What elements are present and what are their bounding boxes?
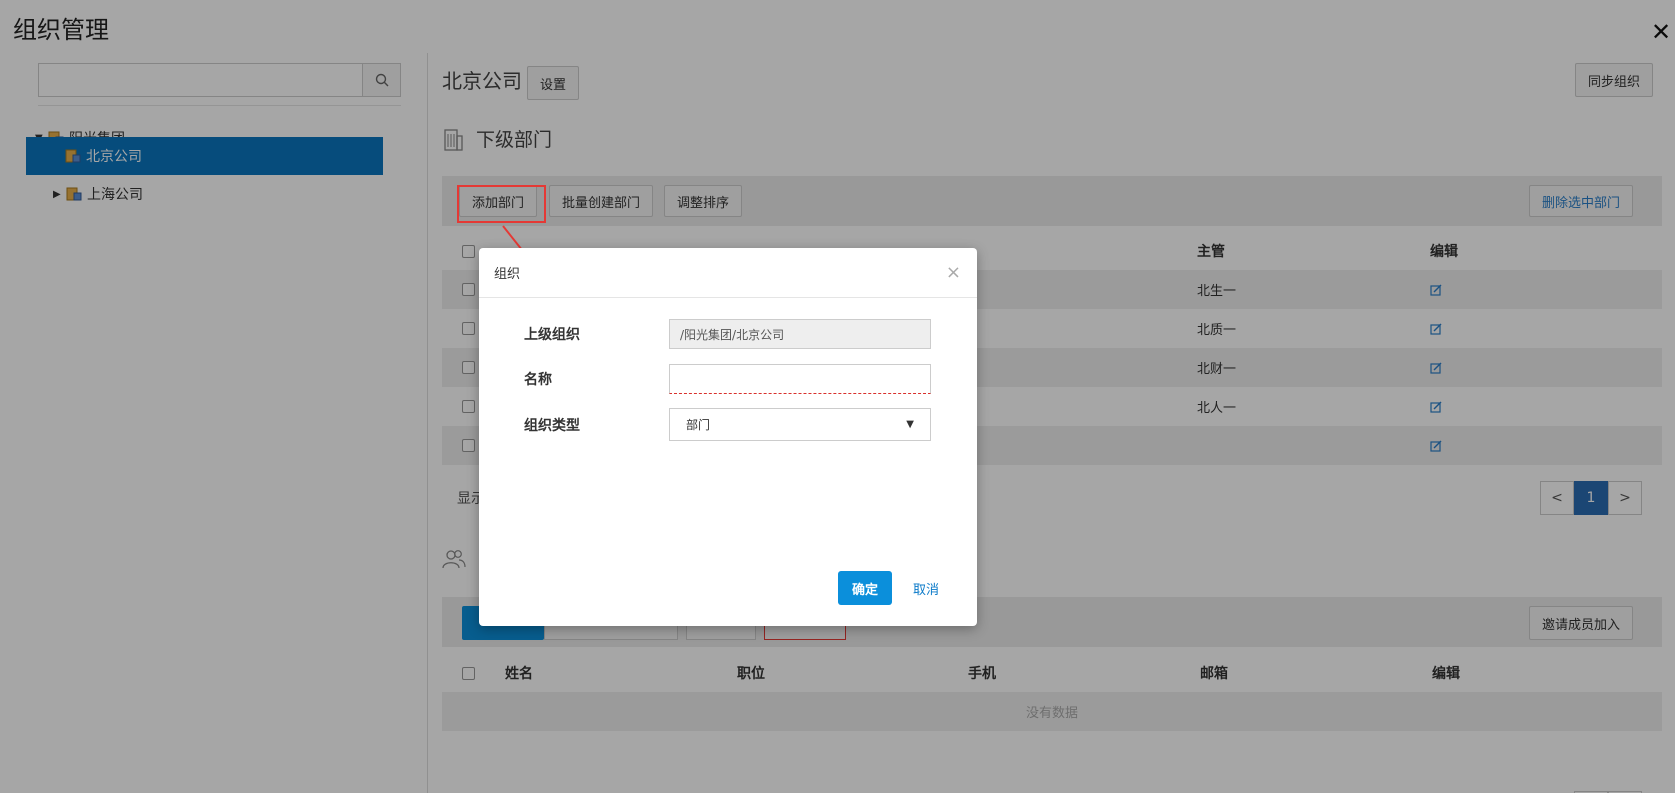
name-label: 名称 [524,372,552,388]
org-type-value: 部门 [686,418,711,432]
org-type-row: 组织类型 部门 ▼ [524,408,931,441]
org-type-select[interactable]: 部门 ▼ [669,408,931,441]
parent-org-label: 上级组织 [524,327,580,343]
parent-org-field: /阳光集团/北京公司 [669,319,931,349]
name-input[interactable] [669,364,931,394]
confirm-button[interactable]: 确定 [838,571,892,605]
org-type-label: 组织类型 [524,417,580,434]
chevron-down-icon: ▼ [906,419,914,430]
annotation-highlight-box [457,185,546,223]
dialog-title: 组织 [494,267,521,282]
dialog-header: 组织 × [479,248,977,298]
cancel-button[interactable]: 取消 [913,571,939,605]
dialog-close-icon[interactable]: × [946,262,961,283]
org-dialog: 组织 × 上级组织 /阳光集团/北京公司 名称 组织类型 部门 ▼ 确定 取消 [479,248,977,626]
parent-org-row: 上级组织 /阳光集团/北京公司 [524,319,931,349]
name-row: 名称 [524,364,931,394]
